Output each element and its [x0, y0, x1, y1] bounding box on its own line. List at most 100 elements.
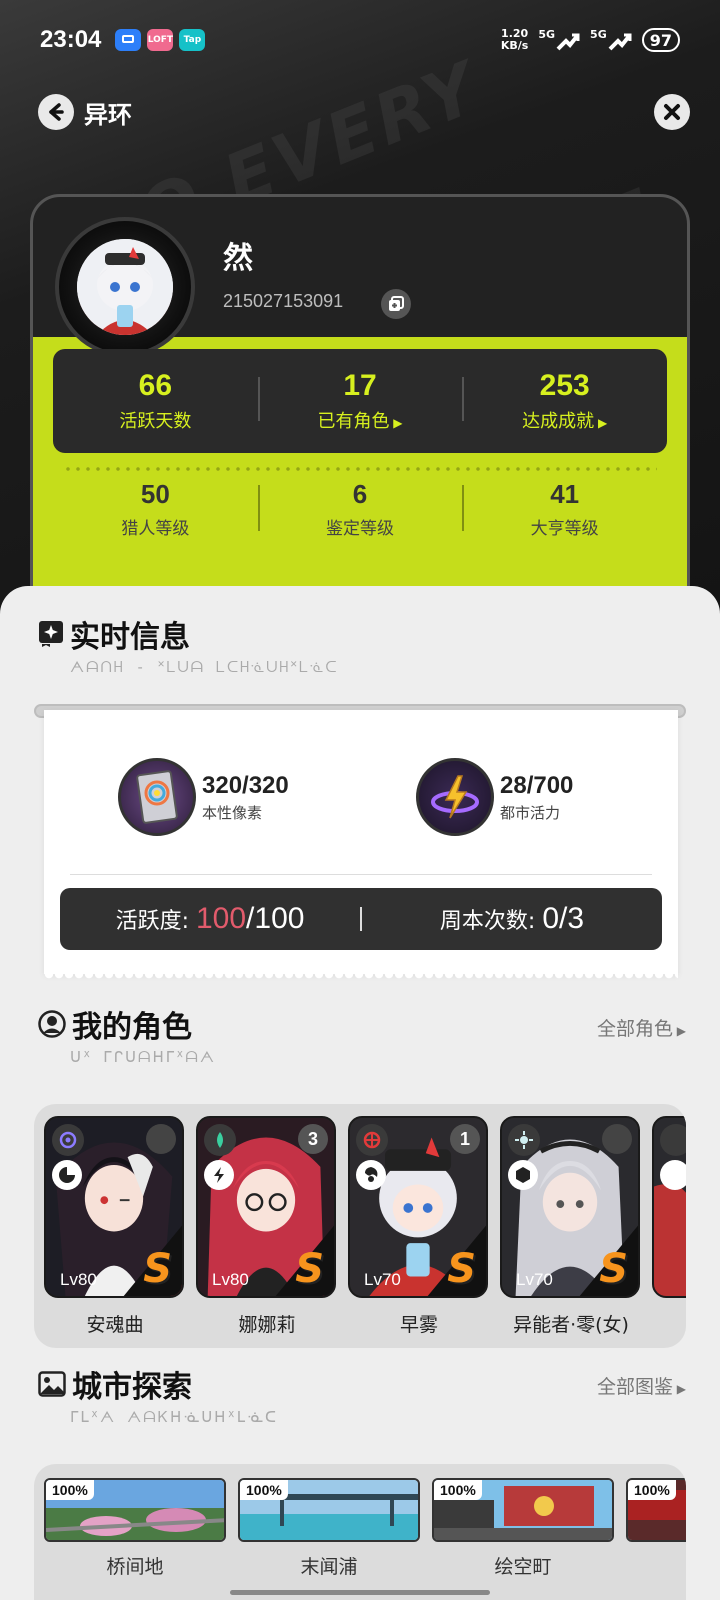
- weekly-value: 0/3: [542, 902, 585, 935]
- activity-current: 100: [195, 902, 247, 935]
- copy-id-button[interactable]: [381, 289, 411, 319]
- section-title-realtime: 实时信息: [38, 612, 190, 656]
- signal-5g-1: 5G: [538, 28, 580, 53]
- caret-right-icon: ▶: [389, 416, 403, 430]
- all-characters-link[interactable]: 全部角色 ▶: [597, 1014, 686, 1041]
- user-id: 215027153091: [223, 291, 344, 311]
- resource-pixels: 320/320 本性像素: [118, 758, 289, 836]
- character-name: 早雾: [399, 1314, 438, 1336]
- role-type-icon: [508, 1160, 538, 1190]
- battery-indicator: 97: [641, 28, 680, 52]
- stat-achievements[interactable]: 253 达成成就 ▶: [462, 369, 667, 433]
- secondary-stats: 50 猎人等级 6 鉴定等级 41 大亨等级: [53, 479, 667, 549]
- lofter-app-icon: LOFT: [147, 29, 174, 51]
- city-name: 绘空町: [494, 1556, 552, 1578]
- city-card[interactable]: 100%: [432, 1478, 614, 1542]
- character-card[interactable]: 1 Lv70 S: [348, 1116, 488, 1298]
- dotted-divider: [63, 467, 657, 471]
- city-progress: 100%: [434, 1480, 482, 1500]
- status-bar: 23:04 LOFT Tap 1.20 KB/s 5G 5G 97: [0, 0, 720, 80]
- character-level: Lv70: [516, 1270, 553, 1289]
- close-icon: [664, 104, 680, 120]
- paper-edge: [44, 974, 678, 982]
- character-level: Lv70: [364, 1270, 401, 1289]
- stat-active-days: 66 活跃天数: [53, 369, 258, 433]
- character-name: 安魂曲: [86, 1314, 144, 1336]
- character-card[interactable]: 3 Lv80 S: [196, 1116, 336, 1298]
- role-type-icon: [660, 1160, 686, 1190]
- stat-value: 66: [138, 369, 173, 402]
- realtime-panel: 320/320 本性像素 28/700 都市活力 活跃度: 100/100 周本…: [44, 710, 678, 982]
- user-name: 然: [223, 241, 253, 276]
- stat-value: 17: [343, 369, 377, 402]
- back-arrow-icon: [49, 103, 64, 121]
- resource-label: 本性像素: [202, 803, 263, 822]
- character-card[interactable]: Lv80 S: [44, 1116, 184, 1298]
- role-type-icon: [204, 1160, 234, 1190]
- city-list[interactable]: 100% 100% 100% 100% 桥间地 末闻浦 绘空町: [34, 1464, 686, 1600]
- section-title-city: 城市探索: [38, 1362, 192, 1406]
- section-subtitle-characters: ᑌᕁ ᒥᒋᑌᗩᕼᒥᕁᗩᗅ: [70, 1048, 216, 1066]
- city-card-partial[interactable]: 100%: [626, 1478, 686, 1542]
- status-app-icons: LOFT Tap: [115, 29, 206, 51]
- attribute-icon: [660, 1124, 686, 1156]
- activity-bar: 活跃度: 100/100 周本次数: 0/3: [60, 888, 662, 950]
- signal-5g-2: 5G: [590, 28, 632, 53]
- awakening-gear-icon: [602, 1124, 632, 1154]
- pixel-card-icon: [118, 758, 196, 836]
- character-card-partial[interactable]: [652, 1116, 686, 1298]
- nav-bar: 异环: [38, 88, 690, 136]
- activity-max: /100: [246, 902, 305, 935]
- caret-right-icon: ▶: [672, 1382, 686, 1396]
- resource-city-vitality: 28/700 都市活力: [416, 758, 573, 836]
- signal-icon: [608, 33, 632, 50]
- attribute-icon: [204, 1124, 236, 1156]
- profile-card: 然 215027153091 66 活跃天数 17 已有角色 ▶ 253 达成成…: [30, 194, 690, 624]
- city-progress: 100%: [240, 1480, 288, 1500]
- attribute-icon: [508, 1124, 540, 1156]
- caret-right-icon: ▶: [594, 416, 608, 430]
- character-card[interactable]: Lv70 S: [500, 1116, 640, 1298]
- back-button[interactable]: [38, 94, 74, 130]
- awakening-count-badge: 1: [450, 1124, 480, 1154]
- stat-value: 6: [352, 479, 368, 509]
- city-card[interactable]: 100%: [44, 1478, 226, 1542]
- lightning-icon: [416, 758, 494, 836]
- avatar[interactable]: [55, 217, 195, 357]
- stat-value: 50: [140, 479, 170, 509]
- resource-label: 都市活力: [500, 803, 561, 822]
- character-level: Lv80: [60, 1270, 97, 1289]
- chat-app-icon: [115, 29, 142, 51]
- taptap-app-icon: Tap: [179, 29, 206, 51]
- city-progress: 100%: [628, 1480, 676, 1500]
- rank-badge: S: [447, 1246, 476, 1292]
- awakening-gear-icon: [146, 1124, 176, 1154]
- copy-icon: [389, 296, 404, 311]
- attribute-icon: [52, 1124, 84, 1156]
- divider: [70, 874, 652, 875]
- stat-label: 猎人等级: [121, 519, 190, 539]
- caret-right-icon: ▶: [672, 1024, 686, 1038]
- signal-icon: [556, 33, 580, 50]
- content-sheet: 实时信息 ᗅᗩᑎᕼ - ᕁᒪᑌᗩ ᒪᑕᕼᓍᑌᕼᕁᒪᓍᑕ 320/320 本性像素…: [0, 586, 720, 1600]
- close-button[interactable]: [654, 94, 690, 130]
- character-list[interactable]: Lv80 S 3 Lv80 S 1 Lv70 S Lv70 S 安魂曲 娜娜莉 …: [34, 1104, 686, 1348]
- stat-owned-characters[interactable]: 17 已有角色 ▶: [257, 369, 463, 433]
- city-card[interactable]: 100%: [238, 1478, 420, 1542]
- avatar-image: [77, 239, 173, 335]
- primary-stats: 66 活跃天数 17 已有角色 ▶ 253 达成成就 ▶: [53, 349, 667, 453]
- home-indicator[interactable]: [230, 1590, 490, 1595]
- weekly-display: 周本次数: 0/3: [439, 902, 585, 935]
- resource-value: 320/320: [202, 771, 289, 799]
- role-type-icon: [52, 1160, 82, 1190]
- section-subtitle-realtime: ᗅᗩᑎᕼ - ᕁᒪᑌᗩ ᒪᑕᕼᓍᑌᕼᕁᒪᓍᑕ: [70, 658, 339, 676]
- rank-badge: S: [295, 1246, 324, 1292]
- activity-display: 活跃度: 100/100: [115, 902, 305, 935]
- status-time: 23:04: [40, 26, 102, 53]
- all-atlas-link[interactable]: 全部图鉴 ▶: [597, 1372, 686, 1399]
- stat-label: 大亨等级: [530, 519, 599, 539]
- stat-value: 41: [550, 479, 580, 509]
- character-name: 异能者·零(女): [513, 1314, 629, 1336]
- awakening-count-badge: 3: [298, 1124, 328, 1154]
- character-level: Lv80: [212, 1270, 249, 1289]
